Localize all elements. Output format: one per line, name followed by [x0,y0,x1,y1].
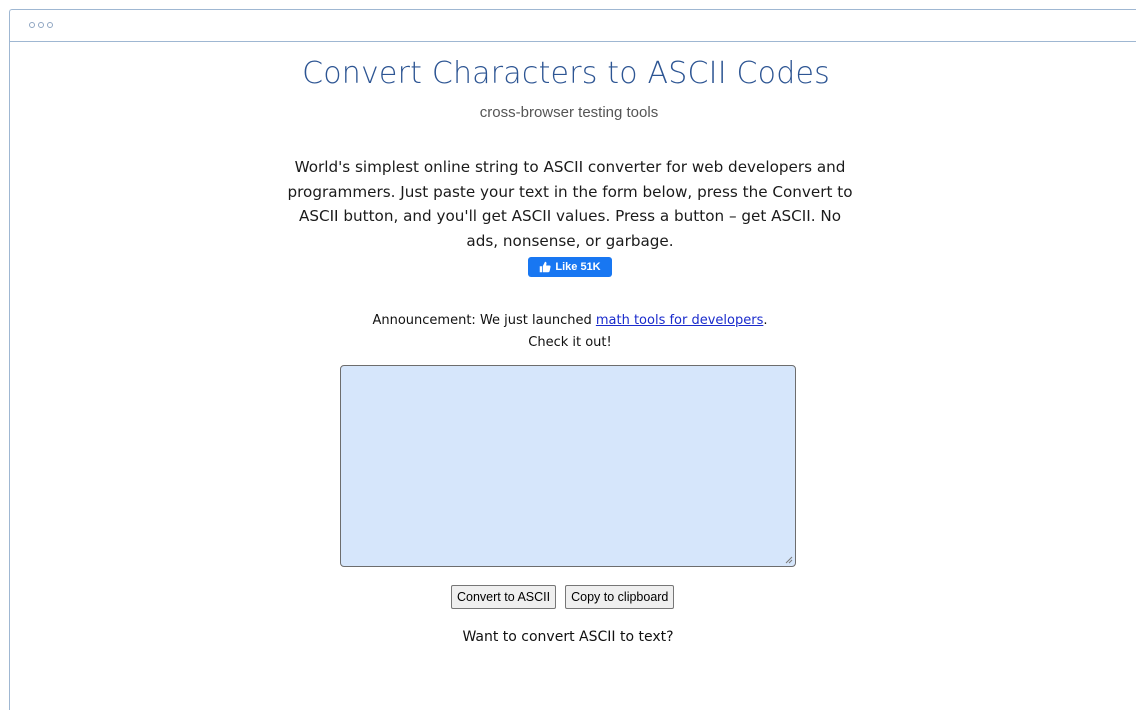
window-dot-icon[interactable] [38,22,44,28]
announcement-period: . [763,313,768,328]
like-button-label: Like 51K [555,261,601,273]
copy-to-clipboard-button[interactable]: Copy to clipboard [565,585,675,609]
window-dot-icon[interactable] [29,22,35,28]
page-subtitle: cross-browser testing tools [479,104,659,121]
thumbs-up-icon [540,261,551,273]
ascii-to-text-prompt: Want to convert ASCII to text? [462,629,674,645]
announcement-label: Announcement: [372,313,476,328]
page-title: Convert Characters to ASCII Codes [302,56,830,91]
window-titlebar [10,10,1136,42]
announcement: Announcement: We just launched math tool… [270,310,870,354]
facebook-like-button[interactable]: Like 51K [528,257,612,277]
window-controls [29,22,53,28]
intro-text: World's simplest online string to ASCII … [287,158,853,250]
math-tools-link[interactable]: math tools for developers [596,313,764,328]
convert-to-ascii-button[interactable]: Convert to ASCII [451,585,557,609]
announcement-text: We just launched [475,313,596,328]
action-buttons: Convert to ASCII Copy to clipboard [451,585,675,609]
announcement-cta: Check it out! [528,335,612,350]
text-input-area[interactable] [340,365,796,567]
window-dot-icon[interactable] [47,22,53,28]
resize-grip-icon[interactable] [785,556,793,564]
